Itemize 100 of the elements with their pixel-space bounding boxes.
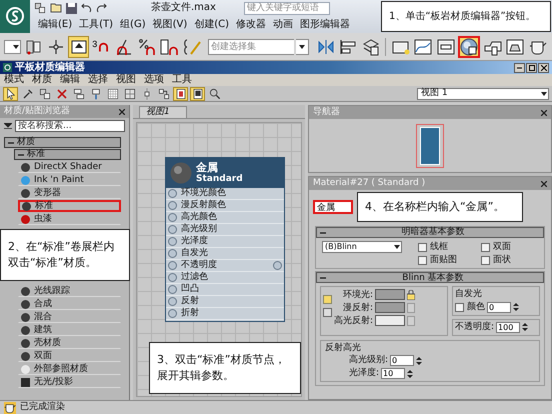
number-field[interactable]: 0 [487,302,511,313]
color-swatch[interactable] [375,289,406,300]
snap-icon [97,40,110,53]
material-item[interactable]: DirectX Shader [18,161,121,173]
close-button[interactable] [538,62,549,72]
group-header[interactable]: 材质 [4,137,121,148]
checkbox[interactable]: 线框 [418,242,475,252]
redo-icon[interactable] [96,3,107,13]
material-item[interactable]: 无光/投影 [18,376,121,388]
caret-icon [12,44,20,50]
menu-icon[interactable] [4,123,12,129]
menu-item[interactable]: 动画 [273,18,294,30]
move-button[interactable] [71,86,86,100]
material-item[interactable]: 光线跟踪 [18,285,121,297]
material-item[interactable]: 变形器 [18,187,121,199]
app-logo[interactable] [0,0,30,33]
teapot-icon [4,402,16,414]
close-icon[interactable] [541,110,547,116]
color-label: 高光反射: [334,316,374,326]
number-field[interactable]: 100 [496,322,520,333]
checkbox[interactable]: 面状 [481,255,538,266]
rollout-header[interactable]: 明暗器基本参数 [316,227,544,238]
field-label: 光泽度: [349,368,380,379]
material-item[interactable]: 混合 [18,311,121,323]
view-dropdown[interactable]: 视图 1 [417,88,549,100]
picker-icon [22,88,34,100]
material-item[interactable]: 虫漆 [18,213,121,225]
menu-item[interactable]: 组(G) [120,18,146,30]
spinner-arrows-icon[interactable] [522,322,528,332]
checker-button[interactable] [105,86,120,100]
dropdown-button[interactable] [4,40,21,54]
caret-icon [298,44,306,50]
spinner-arrows-icon[interactable] [416,356,422,366]
menu-item[interactable]: 修改器 [236,18,266,30]
slot-label: 光泽度 [181,236,208,247]
name-field[interactable]: 金属 [313,200,353,214]
menu-item[interactable]: 工具(T) [79,18,114,30]
material-item[interactable]: 双面 [18,350,121,362]
slot-label: 反射 [181,296,199,307]
menu-item[interactable]: 工具 [172,74,192,86]
minimize-button[interactable] [514,62,525,72]
menu-item[interactable]: 视图 [116,74,136,86]
color-swatch[interactable] [375,315,406,326]
snap-button[interactable]: 3 [90,36,112,58]
socket-icon[interactable] [273,261,282,270]
field-label: 不透明度: [455,322,494,332]
menu-item[interactable]: 材质 [32,74,52,86]
search-field[interactable]: 键入关键字或短语 [244,2,330,14]
checkbox[interactable]: 双面 [481,242,538,252]
group-header[interactable]: 标准 [14,149,121,160]
material-item[interactable]: 标准 [18,200,121,212]
window-title: 平板材质编辑器 [15,62,85,74]
slot-label: 凹凸 [181,284,199,295]
menu-item[interactable]: 编辑(E) [38,18,72,30]
lock-icon[interactable] [407,290,416,300]
select-button[interactable] [3,86,18,100]
material-item[interactable]: Ink 'n Paint [18,174,121,186]
align-icon [339,38,358,56]
slot-label: 高光颜色 [181,212,217,223]
menu-item[interactable]: 编辑 [60,74,80,86]
spinner-arrows-icon[interactable] [513,302,519,312]
undo-icon[interactable] [81,3,92,13]
dropdown-button[interactable] [296,38,310,54]
spinner-arrows-icon[interactable] [407,368,414,379]
axis-icon [46,38,65,56]
zoom-button[interactable] [207,86,222,100]
menu-item[interactable]: 视图(V) [152,18,188,30]
callout: 4、在名称栏内输入“金属”。 [357,192,523,222]
checkbox[interactable]: 面贴图 [418,255,475,266]
maximize-button[interactable] [526,62,537,72]
save-icon[interactable] [66,2,77,14]
close-icon[interactable] [541,180,547,186]
selection-set-field[interactable]: 创建选择集 [208,38,294,54]
material-item[interactable]: 壳材质 [18,337,121,349]
menu-item[interactable]: 选项 [144,74,164,86]
slot-label: 环境光颜色 [181,188,226,199]
checkbox[interactable]: 颜色 [455,302,485,312]
node-title: 金属 [196,162,219,174]
menu-item[interactable]: 图形编辑器 [300,18,350,30]
status-text: 已完成渲染 [20,402,65,413]
slot-label: 折射 [181,308,199,319]
close-icon[interactable] [119,108,125,114]
close-icon [540,64,546,70]
view-tab[interactable]: 视图1 [139,106,187,118]
number-field[interactable]: 10 [381,368,406,380]
group-title: 自发光 [455,289,483,300]
shader-dropdown[interactable]: (B)Blinn [322,241,402,253]
material-item[interactable]: 合成 [18,298,121,310]
color-swatch[interactable] [375,302,406,314]
menu-item[interactable]: 模式 [4,74,24,86]
zoom-icon [208,88,220,100]
open-folder-icon[interactable] [50,3,62,13]
minimize-icon [517,66,522,68]
material-item[interactable]: 建筑 [18,324,121,336]
material-item[interactable]: 外部参照材质 [18,363,121,375]
number-field[interactable]: 0 [390,355,414,366]
menu-item[interactable]: 选择 [88,74,108,86]
rollout-header[interactable]: Blinn 基本参数 [316,272,544,284]
menu-item[interactable]: 创建(C) [194,18,230,30]
material-node[interactable]: 金属 Standard 环境光颜色 漫反射颜色 高光颜色 高光级别 光泽度 自发光 不透明度 过滤色 凹凸 反射 折射 [165,157,285,322]
